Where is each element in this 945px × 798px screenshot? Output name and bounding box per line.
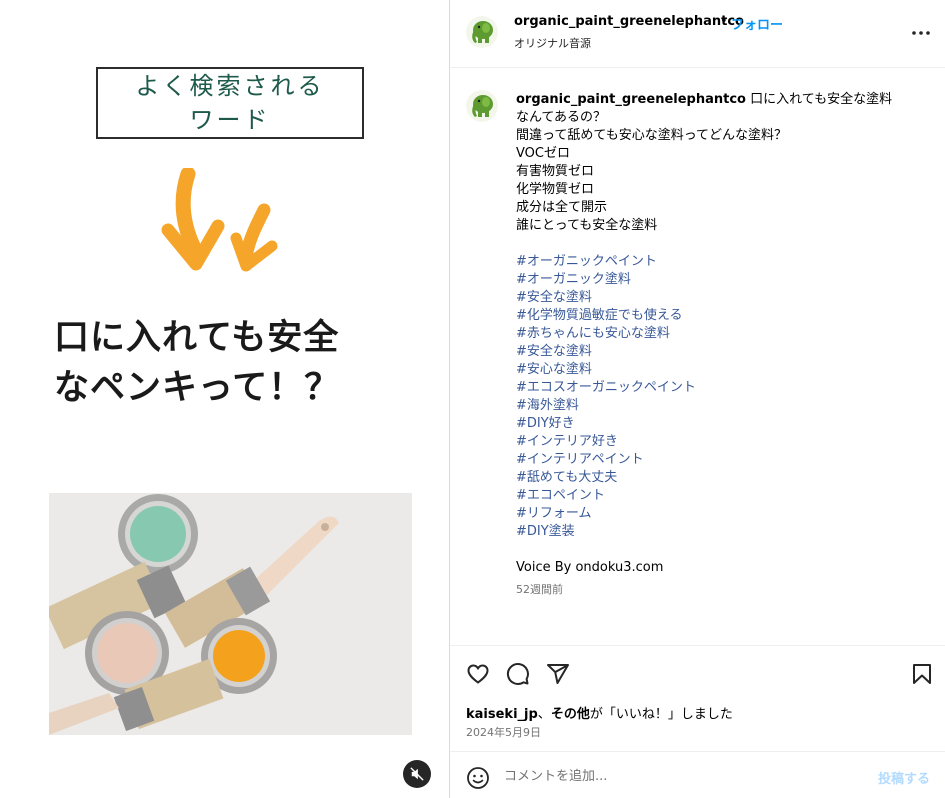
elephant-logo-icon — [466, 16, 498, 48]
hashtag-link[interactable]: #エコスオーガニックペイント — [516, 379, 931, 397]
liker-username[interactable]: kaiseki_jp — [466, 707, 538, 722]
keyword-line-1: よく検索される — [135, 72, 325, 100]
caption-line: なんてあるの？ — [516, 110, 606, 125]
caption-first-line: organic_paint_greenelephantco 口に入れても安全な塗… — [516, 91, 931, 109]
hashtag-link[interactable]: #安全な塗料 — [516, 289, 931, 307]
caption-username[interactable]: organic_paint_greenelephantco — [516, 92, 746, 107]
post-comment-button[interactable]: 投稿する — [878, 768, 930, 787]
emoji-icon[interactable] — [466, 766, 490, 790]
caption-line: 誰にとっても安全な塗料 — [516, 218, 658, 233]
hashtag-link[interactable]: #DIY好き — [516, 415, 931, 433]
headline-line-2: なペンキって！？ — [54, 368, 341, 408]
muted-speaker-icon — [410, 767, 424, 781]
hashtag-link[interactable]: #安全な塗料 — [516, 343, 931, 361]
hashtag-link[interactable]: #エコペイント — [516, 487, 931, 505]
post-media[interactable]: よく検索される ワード 口に入れても安全 なペンキって！？ — [0, 0, 449, 798]
voice-credit: Voice By ondoku3.com — [516, 560, 664, 575]
caption-line: VOCゼロ — [516, 146, 570, 161]
hashtag-link[interactable]: #安心な塗料 — [516, 361, 931, 379]
likes-suffix: が「いいね！」しました — [589, 707, 733, 722]
caption-timestamp[interactable]: 52週間前 — [516, 581, 931, 599]
avatar[interactable] — [466, 16, 498, 48]
hashtag-link[interactable]: #オーガニック塗料 — [516, 271, 931, 289]
paint-cans-photo — [49, 493, 412, 735]
caption-line-0: 口に入れても安全な塗料 — [750, 92, 893, 107]
header-separator: • — [720, 14, 728, 29]
comment-input[interactable] — [504, 764, 864, 788]
hashtag-link[interactable]: #化学物質過敏症でも使える — [516, 307, 931, 325]
bookmark-icon[interactable] — [910, 662, 934, 686]
mute-button[interactable] — [403, 760, 431, 788]
caption-text: organic_paint_greenelephantco 口に入れても安全な塗… — [516, 91, 931, 599]
comment-icon[interactable] — [506, 662, 530, 686]
hashtag-link[interactable]: #海外塗料 — [516, 397, 931, 415]
hashtag-link[interactable]: #オーガニックペイント — [516, 253, 931, 271]
down-arrows-icon — [161, 168, 278, 272]
headline-line-1: 口に入れても安全 — [54, 318, 340, 358]
share-icon[interactable] — [546, 662, 570, 686]
keyword-box: よく検索される ワード — [96, 67, 364, 139]
caption-line: 間違って舐めても安心な塗料ってどんな塗料？ — [516, 128, 788, 143]
caption-gap — [516, 235, 931, 253]
likes-others-link[interactable]: その他 — [551, 707, 590, 722]
caption-avatar[interactable] — [466, 90, 498, 122]
heart-icon[interactable] — [466, 662, 490, 686]
caption-gap — [516, 541, 931, 559]
elephant-logo-icon — [466, 90, 498, 122]
post-date[interactable]: 2024年5月9日 — [466, 724, 541, 740]
caption-line: 化学物質ゼロ — [516, 182, 595, 197]
hashtag-link[interactable]: #DIY塗装 — [516, 523, 931, 541]
follow-button[interactable]: フォロー — [731, 14, 783, 33]
hashtag-link[interactable]: #インテリアペイント — [516, 451, 931, 469]
post-header: organic_paint_greenelephantco • フォロー オリジ… — [450, 0, 945, 68]
more-icon[interactable] — [910, 22, 932, 44]
hashtag-link[interactable]: #リフォーム — [516, 505, 931, 523]
caption-line: 有害物質ゼロ — [516, 164, 595, 179]
comment-composer: 投稿する — [450, 751, 945, 798]
original-audio-link[interactable]: オリジナル音源 — [514, 35, 591, 51]
likes-summary: kaiseki_jp、その他が「いいね！」しました — [466, 703, 733, 722]
hashtag-link[interactable]: #舐めても大丈夫 — [516, 469, 931, 487]
caption-line: 成分は全て開示 — [516, 200, 608, 215]
hashtag-link[interactable]: #インテリア好き — [516, 433, 931, 451]
post-sidebar: organic_paint_greenelephantco • フォロー オリジ… — [449, 0, 945, 798]
hashtag-link[interactable]: #赤ちゃんにも安心な塗料 — [516, 325, 931, 343]
header-username[interactable]: organic_paint_greenelephantco — [514, 14, 744, 29]
keyword-line-2: ワード — [189, 106, 271, 134]
headline: 口に入れても安全 なペンキって！？ — [54, 313, 444, 413]
likes-sep: 、 — [537, 707, 551, 722]
caption-section: organic_paint_greenelephantco 口に入れても安全な塗… — [450, 68, 945, 646]
action-bar — [450, 646, 945, 704]
